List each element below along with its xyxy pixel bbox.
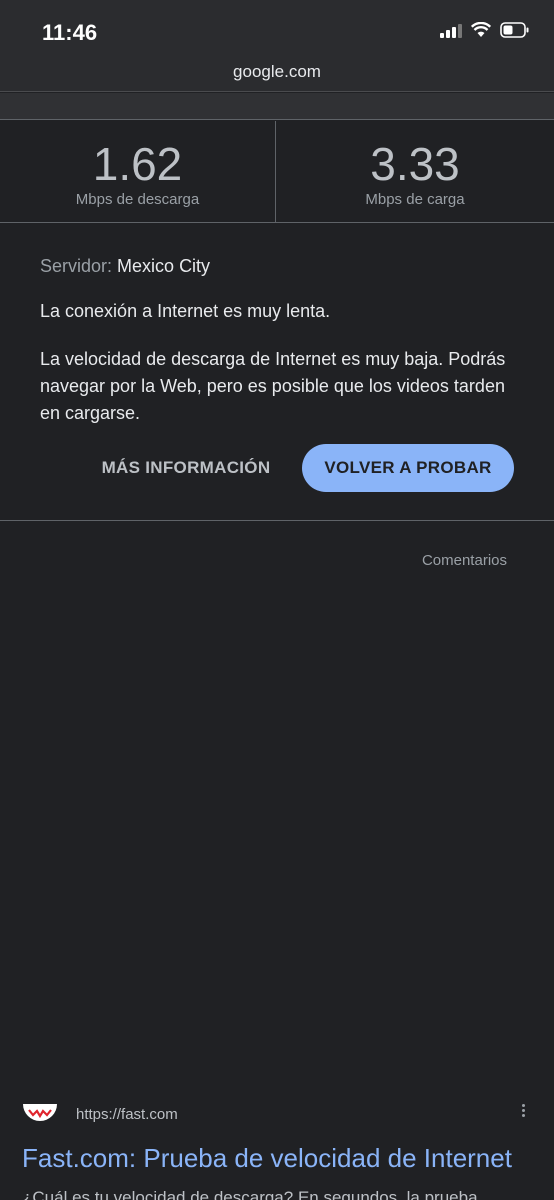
browser-url-bar[interactable]: google.com bbox=[0, 58, 554, 92]
battery-icon bbox=[500, 22, 530, 38]
download-speed-value: 1.62 bbox=[92, 138, 183, 190]
upload-speed-box: 3.33 Mbps de carga bbox=[277, 121, 553, 223]
connection-verdict: La conexión a Internet es muy lenta. bbox=[40, 301, 331, 321]
download-speed-unit: Mbps de descarga bbox=[75, 191, 200, 208]
wifi-icon bbox=[471, 22, 491, 38]
more-info-button[interactable]: MÁS INFORMACIÓN bbox=[80, 446, 292, 490]
download-speed-box: 1.62 Mbps de descarga bbox=[0, 121, 276, 223]
server-info: Servidor: Mexico City bbox=[40, 256, 210, 277]
url-text[interactable]: google.com bbox=[0, 58, 554, 86]
signal-icon bbox=[440, 22, 462, 38]
search-result-header[interactable]: https://fast.com bbox=[22, 1104, 532, 1128]
server-value: Mexico City bbox=[117, 256, 211, 276]
result-snippet: ¿Cuál es tu velocidad de descarga? En se… bbox=[22, 1188, 478, 1200]
server-label: Servidor: bbox=[40, 256, 113, 276]
retry-test-button[interactable]: VOLVER A PROBAR bbox=[302, 444, 514, 492]
section-divider bbox=[0, 520, 554, 521]
upload-speed-value: 3.33 bbox=[370, 138, 460, 190]
toolbar-strip bbox=[0, 93, 554, 120]
feedback-link[interactable]: Comentarios bbox=[422, 552, 507, 569]
fast-logo-icon bbox=[22, 1104, 58, 1122]
result-site-url[interactable]: https://fast.com bbox=[76, 1106, 178, 1123]
result-title-link[interactable]: Fast.com: Prueba de velocidad de Interne… bbox=[22, 1143, 542, 1174]
speed-results-panel: 1.62 Mbps de descarga 3.33 Mbps de carga bbox=[0, 121, 554, 223]
connection-description: La velocidad de descarga de Internet es … bbox=[40, 349, 506, 423]
more-options-icon[interactable] bbox=[520, 1104, 526, 1120]
upload-speed-unit: Mbps de carga bbox=[365, 191, 465, 208]
status-icons bbox=[440, 22, 530, 38]
status-bar: 11:46 bbox=[0, 0, 554, 58]
status-time: 11:46 bbox=[42, 20, 98, 45]
